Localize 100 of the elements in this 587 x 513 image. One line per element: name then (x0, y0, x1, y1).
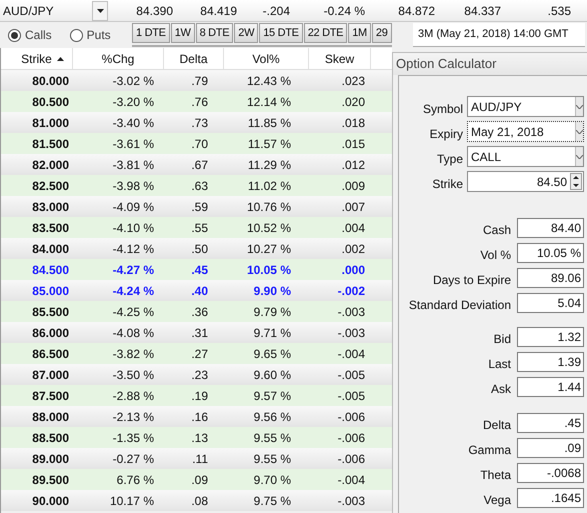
spinner-icon[interactable] (570, 173, 582, 190)
table-cell-text: 86.000 (31, 324, 70, 342)
value-field[interactable]: 5.04 (517, 293, 584, 313)
value-field[interactable]: 84.40 (517, 218, 584, 238)
table-cell-text: -3.98 % (112, 178, 155, 194)
table-cell-text: 10.05 % (246, 262, 292, 278)
table-row[interactable]: 88.500 -1.35 % .13 9.55 % -.006 (1, 427, 392, 448)
table-cell-text: -0.27 % (112, 450, 155, 468)
table-cell-text: 84.500 (31, 262, 70, 278)
expiry-tab[interactable]: 15 DTE (259, 23, 303, 43)
quote-value: 84.419 (199, 2, 237, 20)
table-row[interactable]: 85.500 -4.25 % .36 9.79 % -.003 (1, 301, 392, 322)
table-row[interactable]: 89.000 -0.27 % .11 9.55 % -.006 (1, 448, 392, 469)
table-cell-text: -.004 (336, 346, 366, 362)
field-label: Strike (432, 176, 463, 192)
table-row[interactable]: 82.500 -3.98 % .63 11.02 % .009 (1, 175, 392, 196)
value-field[interactable]: 10.05 % (517, 243, 584, 263)
table-row[interactable]: 85.000 -4.24 % .40 9.90 % -.002 (1, 280, 392, 301)
expiry-tab[interactable]: 22 DTE (304, 23, 348, 43)
table-cell-text: 85.500 (31, 304, 70, 320)
column-header[interactable]: Vol% (224, 48, 309, 69)
chevron-icon (576, 130, 583, 134)
table-cell-text: 89.000 (31, 450, 70, 468)
dropdown-field[interactable]: May 21, 2018 (467, 121, 584, 142)
panel-title: Option Calculator (393, 53, 587, 75)
table-row[interactable]: 88.000 -2.13 % .16 9.56 % -.006 (1, 406, 392, 427)
table-cell-text: 10.52 % (246, 220, 292, 236)
table-row[interactable]: 84.500 -4.27 % .45 10.05 % .000 (1, 259, 392, 280)
dropdown-field[interactable]: AUD/JPY (467, 96, 584, 117)
table-cell-text: 81.000 (31, 114, 70, 132)
value-field[interactable]: .45 (517, 413, 584, 433)
expiry-tab[interactable]: 29 (372, 23, 392, 43)
table-cell-text: -3.61 % (112, 136, 155, 152)
table-cell-text: -.003 (336, 304, 366, 320)
table-cell-text: -4.12 % (112, 240, 155, 258)
spin-field[interactable]: 84.50 (467, 171, 584, 192)
table-row[interactable]: 80.000 -3.02 % .79 12.43 % .023 (1, 70, 392, 91)
value-field[interactable]: 89.06 (517, 268, 584, 288)
chevron-icon (576, 154, 583, 158)
table-cell-text: -4.09 % (112, 198, 155, 216)
table-cell-text: -4.08 % (112, 324, 155, 342)
table-row[interactable]: 87.500 -2.88 % .19 9.57 % -.005 (1, 385, 392, 406)
expiry-tab[interactable]: 8 DTE (196, 23, 234, 43)
quote-value: -.204 (262, 2, 290, 20)
table-cell-text: 11.29 % (246, 156, 292, 174)
radio-option[interactable]: Calls (8, 26, 52, 44)
expiry-tab[interactable]: 1M (348, 23, 371, 43)
value-field[interactable]: 1.39 (517, 352, 584, 372)
table-row[interactable]: 89.500 6.76 % .09 9.70 % -.004 (1, 469, 392, 490)
value-field[interactable]: 1.44 (517, 377, 584, 397)
expiry-tab[interactable]: 1 DTE (132, 23, 170, 43)
table-row[interactable]: 90.000 10.17 % .08 9.75 % -.003 (1, 490, 392, 511)
field-label: Cash (482, 222, 511, 239)
table-row[interactable]: 86.000 -4.08 % .31 9.71 % -.003 (1, 322, 392, 343)
expiry-tab[interactable]: 2W (234, 23, 258, 43)
column-header[interactable]: Delta (164, 48, 224, 69)
table-row[interactable]: 80.500 -3.20 % .76 12.14 % .020 (1, 91, 392, 112)
table-cell-text: 12.43 % (246, 72, 292, 90)
table-row[interactable]: 87.000 -3.50 % .23 9.60 % -.005 (1, 364, 392, 385)
dropdown-button[interactable] (92, 0, 108, 20)
value-field[interactable]: .1645 (517, 488, 584, 508)
table-cell-text: 85.000 (31, 282, 70, 300)
column-header[interactable]: %Chg (73, 48, 164, 69)
table-cell-text: 11.85 % (246, 114, 292, 132)
expiry-tab[interactable]: 1W (170, 23, 195, 43)
value-field[interactable]: .09 (517, 438, 584, 458)
table-row[interactable]: 81.000 -3.40 % .73 11.85 % .018 (1, 112, 392, 133)
table-row[interactable]: 83.500 -4.10 % .55 10.52 % .004 (1, 217, 392, 238)
table-cell-text: 9.90 % (252, 282, 292, 300)
dropdown-field[interactable]: CALL (467, 146, 584, 167)
column-header[interactable]: Skew (309, 48, 371, 69)
table-row[interactable]: 86.500 -3.82 % .27 9.65 % -.004 (1, 343, 392, 364)
table-row[interactable]: 82.000 -3.81 % .67 11.29 % .012 (1, 154, 392, 175)
table-cell-text: -4.24 % (112, 282, 155, 300)
table-cell-text: -3.20 % (112, 94, 155, 110)
table-cell-text: 10.27 % (246, 240, 292, 258)
table-cell-text: .55 (190, 220, 209, 236)
field-label: Theta (480, 467, 511, 484)
table-row[interactable]: 83.000 -4.09 % .59 10.76 % .007 (1, 196, 392, 217)
table-cell-text: 87.000 (31, 366, 70, 384)
table-cell-text: .19 (190, 388, 209, 404)
quote-value: 84.337 (463, 2, 501, 20)
table-cell-text: -3.02 % (112, 72, 155, 90)
table-cell-text: .40 (190, 282, 209, 300)
field-label: Ask (490, 381, 511, 398)
table-row[interactable]: 81.500 -3.61 % .70 11.57 % .015 (1, 133, 392, 154)
field-label: Expiry (430, 126, 463, 142)
table-cell-text: 80.500 (31, 94, 70, 110)
table-cell-text: .59 (190, 198, 209, 216)
column-header[interactable]: Strike (1, 48, 73, 69)
value-field[interactable]: 1.32 (517, 327, 584, 347)
table-row[interactable]: 84.000 -4.12 % .50 10.27 % .002 (1, 238, 392, 259)
table-cell-text: .018 (340, 114, 366, 132)
table-cell-text: -4.25 % (112, 304, 155, 320)
table-cell-text: -.006 (336, 450, 366, 468)
table-cell-text: .76 (190, 94, 209, 110)
radio-option[interactable]: Puts (70, 26, 111, 44)
table-cell-text: -.003 (336, 492, 366, 510)
value-field[interactable]: -.0068 (517, 463, 584, 483)
table-cell-text: -.003 (336, 324, 366, 342)
